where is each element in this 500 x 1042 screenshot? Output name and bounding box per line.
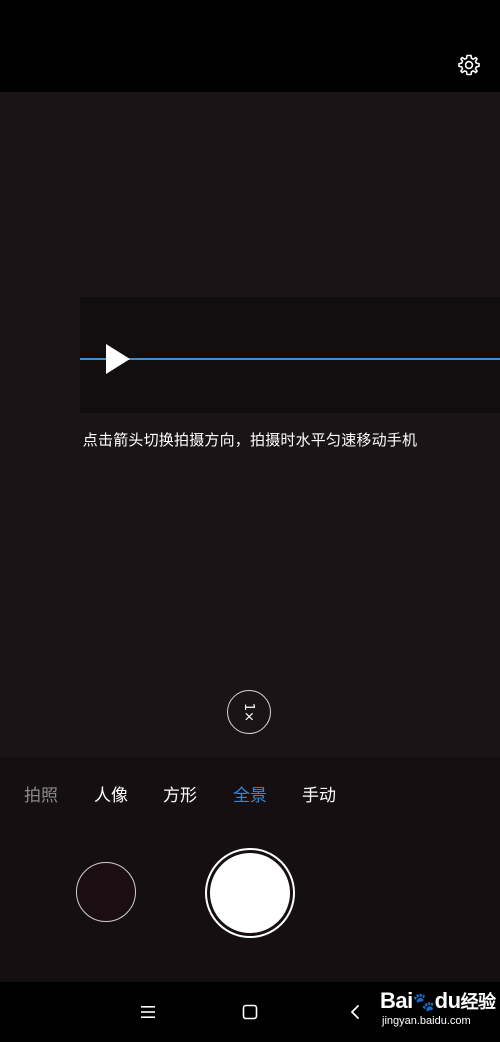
- mode-selector: 拍照 人像 方形 全景 手动: [0, 781, 500, 806]
- back-chevron-icon: [351, 1005, 359, 1019]
- zoom-label: 1×: [241, 702, 257, 722]
- settings-button[interactable]: [456, 52, 482, 78]
- top-bar: [0, 0, 500, 92]
- baidu-jingyan-watermark: Bai🐾du经验 jingyan.baidu.com: [380, 986, 498, 1036]
- mode-square[interactable]: 方形: [163, 781, 197, 806]
- watermark-logo-cn: 经验: [460, 992, 497, 1013]
- camera-viewfinder[interactable]: 点击箭头切换拍摄方向，拍摄时水平匀速移动手机 1×: [0, 92, 500, 757]
- watermark-logo-bai: Bai: [380, 988, 413, 1013]
- watermark-logo-du: du: [434, 988, 461, 1013]
- panorama-preview-strip: [80, 297, 500, 413]
- menu-button[interactable]: [136, 1000, 160, 1024]
- shutter-inner: [210, 853, 290, 933]
- gear-icon: [458, 54, 480, 76]
- mode-photo[interactable]: 拍照: [24, 781, 58, 806]
- zoom-button[interactable]: 1×: [227, 690, 271, 734]
- watermark-logo: Bai🐾du经验: [380, 988, 496, 1014]
- panorama-hint-text: 点击箭头切换拍摄方向，拍摄时水平匀速移动手机: [82, 431, 418, 449]
- menu-icon: [141, 1006, 155, 1018]
- gallery-thumbnail[interactable]: [76, 862, 136, 922]
- mode-portrait[interactable]: 人像: [94, 781, 128, 806]
- mode-panorama[interactable]: 全景: [233, 781, 267, 806]
- shutter-button[interactable]: [205, 848, 295, 938]
- play-arrow-icon[interactable]: [106, 344, 130, 374]
- watermark-url: jingyan.baidu.com: [382, 1015, 471, 1027]
- back-button[interactable]: [343, 1000, 367, 1024]
- home-square-icon: [242, 1004, 258, 1020]
- mode-manual[interactable]: 手动: [302, 781, 336, 806]
- camera-controls-panel: 拍照 人像 方形 全景 手动: [0, 757, 500, 982]
- panorama-guide-line: [80, 358, 500, 360]
- paw-icon: 🐾: [412, 992, 435, 1012]
- home-button[interactable]: [238, 1000, 262, 1024]
